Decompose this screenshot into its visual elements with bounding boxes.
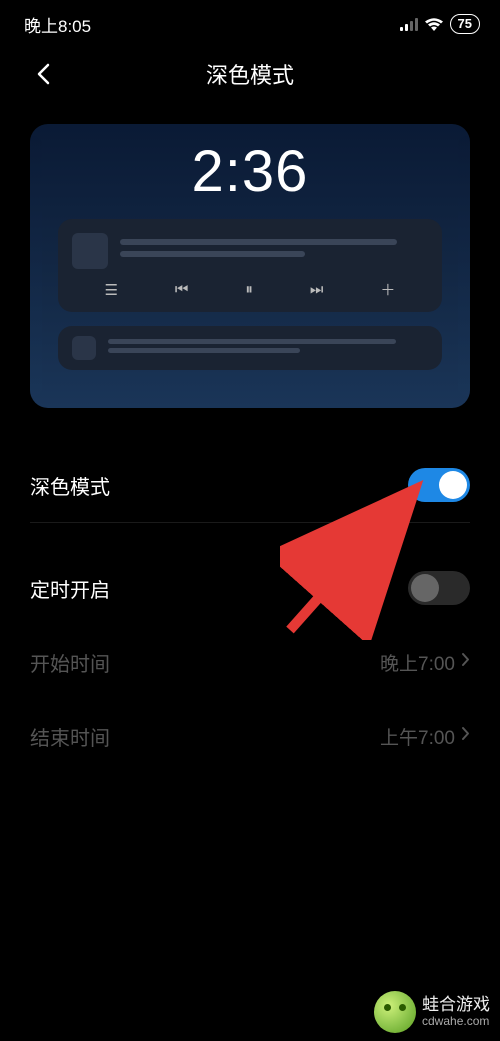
- status-bar: 晚上8:05 75: [0, 0, 500, 42]
- page-header: 深色模式: [0, 42, 500, 106]
- start-time-label: 开始时间: [30, 648, 110, 677]
- start-time-value: 晚上7:00: [380, 649, 455, 676]
- widget-thumbnail: [72, 233, 108, 269]
- start-time-value-group: 晚上7:00: [380, 649, 470, 676]
- preview-media-widget: ☰ ⏮ ⏸ ⏭ ＋: [58, 219, 442, 312]
- next-icon: ⏭: [310, 281, 324, 298]
- menu-icon: ☰: [104, 281, 117, 299]
- dark-mode-toggle[interactable]: [408, 468, 470, 502]
- chevron-right-icon: [461, 651, 470, 673]
- dark-mode-row[interactable]: 深色模式: [30, 448, 470, 522]
- settings-list: 深色模式 定时开启 开始时间 晚上7:00 结束时间 上午7:00: [30, 448, 470, 773]
- pause-icon: ⏸: [245, 281, 253, 298]
- dark-mode-preview: 2:36 ☰ ⏮ ⏸ ⏭ ＋: [30, 124, 470, 408]
- preview-edge: [458, 136, 470, 396]
- scheduled-toggle[interactable]: [408, 571, 470, 605]
- scheduled-row[interactable]: 定时开启: [30, 551, 470, 625]
- signal-icon: [400, 17, 418, 31]
- preview-clock: 2:36: [30, 138, 470, 205]
- battery-indicator: 75: [450, 14, 480, 34]
- page-title: 深色模式: [206, 58, 294, 90]
- start-time-row[interactable]: 开始时间 晚上7:00: [30, 625, 470, 699]
- widget-row: [72, 233, 428, 269]
- end-time-value: 上午7:00: [380, 723, 455, 750]
- watermark-url: cdwahe.com: [422, 1015, 490, 1028]
- status-time: 晚上8:05: [24, 12, 91, 37]
- plus-icon: ＋: [380, 279, 395, 300]
- back-button[interactable]: [28, 59, 58, 89]
- wifi-icon: [424, 17, 444, 32]
- scheduled-label: 定时开启: [30, 574, 110, 603]
- dark-mode-label: 深色模式: [30, 471, 110, 500]
- widget-media-controls: ☰ ⏮ ⏸ ⏭ ＋: [72, 279, 428, 300]
- end-time-row[interactable]: 结束时间 上午7:00: [30, 699, 470, 773]
- chevron-left-icon: [36, 63, 50, 85]
- end-time-value-group: 上午7:00: [380, 723, 470, 750]
- toggle-knob: [411, 574, 439, 602]
- preview-edge: [30, 136, 42, 396]
- toggle-knob: [439, 471, 467, 499]
- watermark-logo-icon: [374, 991, 416, 1033]
- status-right: 75: [400, 14, 480, 34]
- preview-notification-widget: [58, 326, 442, 370]
- end-time-label: 结束时间: [30, 722, 110, 751]
- watermark-name: 蛙合游戏: [422, 996, 490, 1015]
- watermark: 蛙合游戏 cdwahe.com: [364, 983, 500, 1041]
- prev-icon: ⏮: [175, 281, 189, 298]
- widget-text-lines: [120, 239, 428, 263]
- chevron-right-icon: [461, 725, 470, 747]
